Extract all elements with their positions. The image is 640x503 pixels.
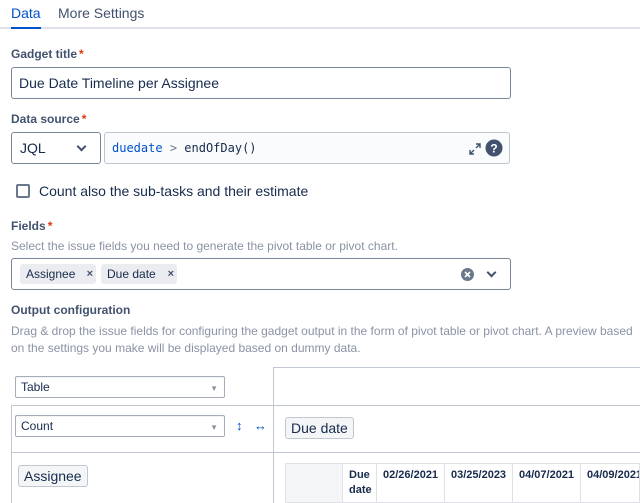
required-marker: * <box>79 47 84 61</box>
gadget-title-label-text: Gadget title <box>11 47 78 61</box>
column-field-chip[interactable]: Due date <box>285 417 354 439</box>
view-type-value: Table <box>21 380 50 394</box>
preview-column-header: 04/07/2021 <box>512 463 581 503</box>
field-tag-due-date: Due date × <box>101 264 177 284</box>
remove-tag-icon[interactable]: × <box>168 264 174 284</box>
grid-divider <box>273 367 640 368</box>
grid-divider <box>273 367 274 503</box>
jql-function: endOfDay() <box>184 141 257 155</box>
swap-icon[interactable]: ↔ <box>254 418 267 433</box>
fields-label-text: Fields <box>11 219 46 233</box>
preview-corner-cell <box>285 463 343 503</box>
measure-value: Count <box>21 419 54 433</box>
triangle-down-icon: ▼ <box>210 423 218 432</box>
tab-data[interactable]: Data <box>11 5 41 29</box>
chevron-down-icon[interactable] <box>486 267 497 278</box>
clear-icon[interactable] <box>461 268 474 281</box>
data-source-type-value: JQL <box>20 140 46 156</box>
field-tag-label: Due date <box>107 267 156 281</box>
help-icon[interactable]: ? <box>485 139 503 157</box>
output-config-label: Output configuration <box>11 303 131 317</box>
expand-icon[interactable] <box>469 143 481 155</box>
preview-column-header: 03/25/2023 <box>444 463 513 503</box>
field-tag-assignee: Assignee × <box>20 264 96 284</box>
preview-column-header: 04/09/2021 <box>580 463 640 503</box>
field-tag-label: Assignee <box>26 267 76 281</box>
jql-editor[interactable]: duedate > endOfDay() ? <box>104 132 510 164</box>
chevron-down-icon <box>76 141 87 152</box>
fields-help-text: Select the issue fields you need to gene… <box>11 239 398 253</box>
output-config-help-text: Drag & drop the issue fields for configu… <box>11 324 633 355</box>
measure-select[interactable]: Count ▼ <box>15 415 225 437</box>
preview-column-header: 02/26/2021 <box>376 463 445 503</box>
data-source-label: Data source * <box>11 112 86 126</box>
gadget-title-input[interactable]: Due Date Timeline per Assignee <box>11 67 511 99</box>
subtasks-checkbox-label: Count also the sub-tasks and their estim… <box>39 183 309 199</box>
required-marker: * <box>81 112 87 126</box>
gadget-title-label: Gadget title * <box>11 47 84 61</box>
subtasks-checkbox[interactable] <box>16 184 30 198</box>
sort-icon[interactable]: ↕ <box>236 418 243 433</box>
jql-operator: > <box>169 141 178 155</box>
fields-multiselect[interactable]: Assignee × Due date × <box>11 258 511 290</box>
remove-tag-icon[interactable]: × <box>87 264 93 284</box>
grid-divider <box>11 405 12 503</box>
tab-bar: Data More Settings <box>0 0 640 29</box>
jql-field: duedate <box>112 141 163 155</box>
required-marker: * <box>47 219 53 233</box>
jql-query: duedate > endOfDay() <box>112 141 257 155</box>
fields-label: Fields * <box>11 219 52 233</box>
row-field-chip[interactable]: Assignee <box>18 465 88 487</box>
data-source-label-text: Data source <box>11 112 80 126</box>
data-source-type-select[interactable]: JQL <box>11 132 101 164</box>
tab-more-settings[interactable]: More Settings <box>58 5 144 27</box>
grid-divider <box>11 452 640 453</box>
preview-header-cell: Due date <box>342 463 377 503</box>
svg-text:?: ? <box>490 142 497 156</box>
triangle-down-icon: ▼ <box>210 384 218 393</box>
grid-divider <box>11 405 640 406</box>
view-type-select[interactable]: Table ▼ <box>15 376 225 398</box>
